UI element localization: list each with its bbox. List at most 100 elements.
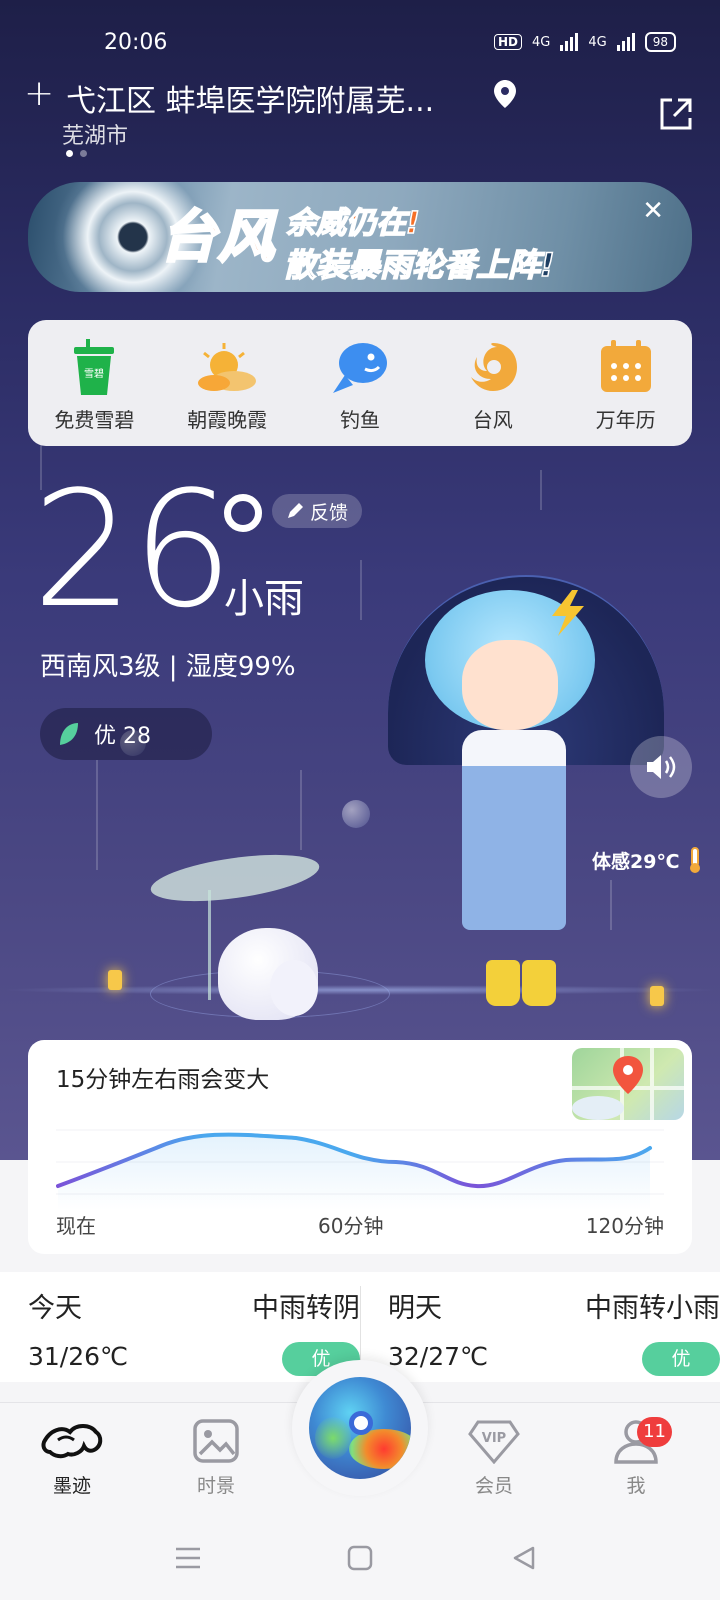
banner-subline: 余威仍在! <box>285 205 420 242</box>
precipitation-card[interactable]: 15分钟左右雨会变大 现在 60分钟 120分钟 <box>28 1040 692 1254</box>
tab-label: 墨迹 <box>52 1475 91 1497</box>
svg-text:VIP: VIP <box>482 1431 506 1446</box>
aqi-pill[interactable]: 优 28 <box>40 708 212 760</box>
status-bar: 20:06 HD 4G 4G 98 <box>0 28 720 62</box>
wind-humidity: 西南风3级 | 湿度99% <box>40 652 296 682</box>
tab-scenes[interactable]: 时景 <box>166 1415 266 1498</box>
tab-label: 我 <box>626 1475 646 1497</box>
typhoon-banner[interactable]: 台风 余威仍在! 散装暴雨轮番上阵! ✕ <box>28 182 692 292</box>
calendar-icon <box>595 336 657 398</box>
signal-icon <box>616 33 635 51</box>
tab-label: 会员 <box>474 1475 513 1497</box>
system-navigation-bar <box>0 1516 720 1600</box>
tab-vip[interactable]: VIP 会员 <box>444 1415 544 1498</box>
yeti-arm <box>270 960 318 1016</box>
character-face <box>462 640 558 730</box>
quick-item-label: 免费雪碧 <box>54 408 135 432</box>
photo-icon <box>166 1415 266 1467</box>
feedback-button[interactable]: 反馈 <box>272 494 363 528</box>
menu-nav-button[interactable] <box>168 1542 208 1574</box>
radar-map-icon <box>309 1377 411 1479</box>
time-label-120: 120分钟 <box>585 1214 664 1238</box>
raindrop <box>610 880 612 930</box>
status-icons: HD 4G 4G 98 <box>493 32 676 52</box>
home-nav-button[interactable] <box>340 1542 380 1574</box>
quick-item-label: 朝霞晚霞 <box>187 408 268 432</box>
feels-like: 体感29℃ <box>592 846 705 874</box>
raindrop <box>540 470 542 510</box>
signal-icon <box>560 33 579 51</box>
banner-tagline: 散装暴雨轮番上阵! <box>283 245 555 285</box>
notification-badge: 11 <box>637 1417 672 1447</box>
day-name: 明天 <box>388 1293 442 1324</box>
network-label: 4G <box>588 34 607 50</box>
day-aqi-badge: 优 <box>642 1342 720 1376</box>
back-triangle-icon <box>513 1546 535 1570</box>
leaf-stem <box>208 890 211 1000</box>
hd-icon: HD <box>493 34 522 50</box>
day-temperature: 32/27℃ <box>388 1342 489 1371</box>
feels-like-label: 体感29℃ <box>592 850 680 873</box>
rain-map-thumbnail[interactable] <box>572 1048 684 1120</box>
raindrop <box>360 560 362 620</box>
add-city-button[interactable]: + <box>24 74 54 114</box>
tab-me[interactable]: 我 11 <box>586 1415 686 1498</box>
thermometer-icon <box>690 847 701 873</box>
voice-broadcast-button[interactable] <box>630 736 692 798</box>
radar-center-icon <box>349 1411 373 1435</box>
drink-cup-icon: 雪碧 <box>63 336 125 398</box>
lightning-icon <box>552 590 584 636</box>
quick-item-label: 台风 <box>472 408 513 432</box>
day-condition: 中雨转阴 <box>252 1293 360 1324</box>
quick-item-sunset[interactable]: 朝霞晚霞 <box>167 336 287 446</box>
lantern <box>108 970 122 990</box>
raindrop <box>300 770 302 850</box>
day-condition: 中雨转小雨 <box>585 1293 720 1324</box>
current-temperature: 26 <box>32 456 234 643</box>
aqi-value: 优 28 <box>94 724 151 749</box>
precipitation-summary: 15分钟左右雨会变大 <box>56 1067 270 1093</box>
boot <box>486 960 520 1006</box>
feedback-label: 反馈 <box>310 501 349 524</box>
moji-logo-icon <box>22 1415 122 1467</box>
speaker-icon <box>647 755 676 779</box>
home-square-icon <box>347 1545 373 1571</box>
share-icon[interactable] <box>656 94 696 134</box>
battery-icon: 98 <box>644 32 676 52</box>
location-title[interactable]: 弋江区 蚌埠医学院附属芜... <box>66 76 434 120</box>
quick-menu: 雪碧 免费雪碧 朝霞晚霞 钓鱼 台风 万年历 <box>28 320 692 446</box>
time-label-now: 现在 <box>56 1214 96 1238</box>
bubble <box>342 800 370 828</box>
location-pin-icon <box>494 80 516 108</box>
banner-close-button[interactable]: ✕ <box>642 196 664 226</box>
menu-icon <box>176 1547 200 1569</box>
quick-item-label: 万年历 <box>595 408 656 432</box>
quick-item-typhoon[interactable]: 台风 <box>433 336 553 446</box>
forecast-today[interactable]: 今天 中雨转阴 31/26℃ 优 <box>28 1272 360 1382</box>
city-name: 芜湖市 <box>62 124 129 149</box>
leaf-icon <box>60 723 78 745</box>
network-label: 4G <box>532 34 551 50</box>
quick-item-calendar[interactable]: 万年历 <box>566 336 686 446</box>
back-nav-button[interactable] <box>504 1542 544 1574</box>
time-label-60: 60分钟 <box>318 1214 384 1238</box>
pencil-icon <box>288 503 303 518</box>
quick-item-sprite[interactable]: 雪碧 免费雪碧 <box>34 336 154 446</box>
quick-item-fishing[interactable]: 钓鱼 <box>300 336 420 446</box>
weather-condition: 小雨 <box>224 576 304 622</box>
raindrop <box>96 760 98 870</box>
day-name: 今天 <box>28 1293 82 1324</box>
quick-item-label: 钓鱼 <box>339 408 380 432</box>
radar-button[interactable] <box>292 1360 428 1496</box>
clock: 20:06 <box>104 30 168 55</box>
sun-cloud-icon <box>196 336 258 398</box>
forecast-tomorrow[interactable]: 明天 中雨转小雨 32/27℃ 优 <box>388 1272 720 1382</box>
degree-icon <box>224 494 262 532</box>
page-indicator <box>66 150 87 157</box>
tab-moji[interactable]: 墨迹 <box>22 1415 122 1498</box>
character-dress <box>462 730 566 930</box>
svg-text:雪碧: 雪碧 <box>84 368 104 380</box>
vip-icon: VIP <box>444 1415 544 1467</box>
leaf-umbrella <box>148 846 322 910</box>
typhoon-icon <box>462 336 524 398</box>
